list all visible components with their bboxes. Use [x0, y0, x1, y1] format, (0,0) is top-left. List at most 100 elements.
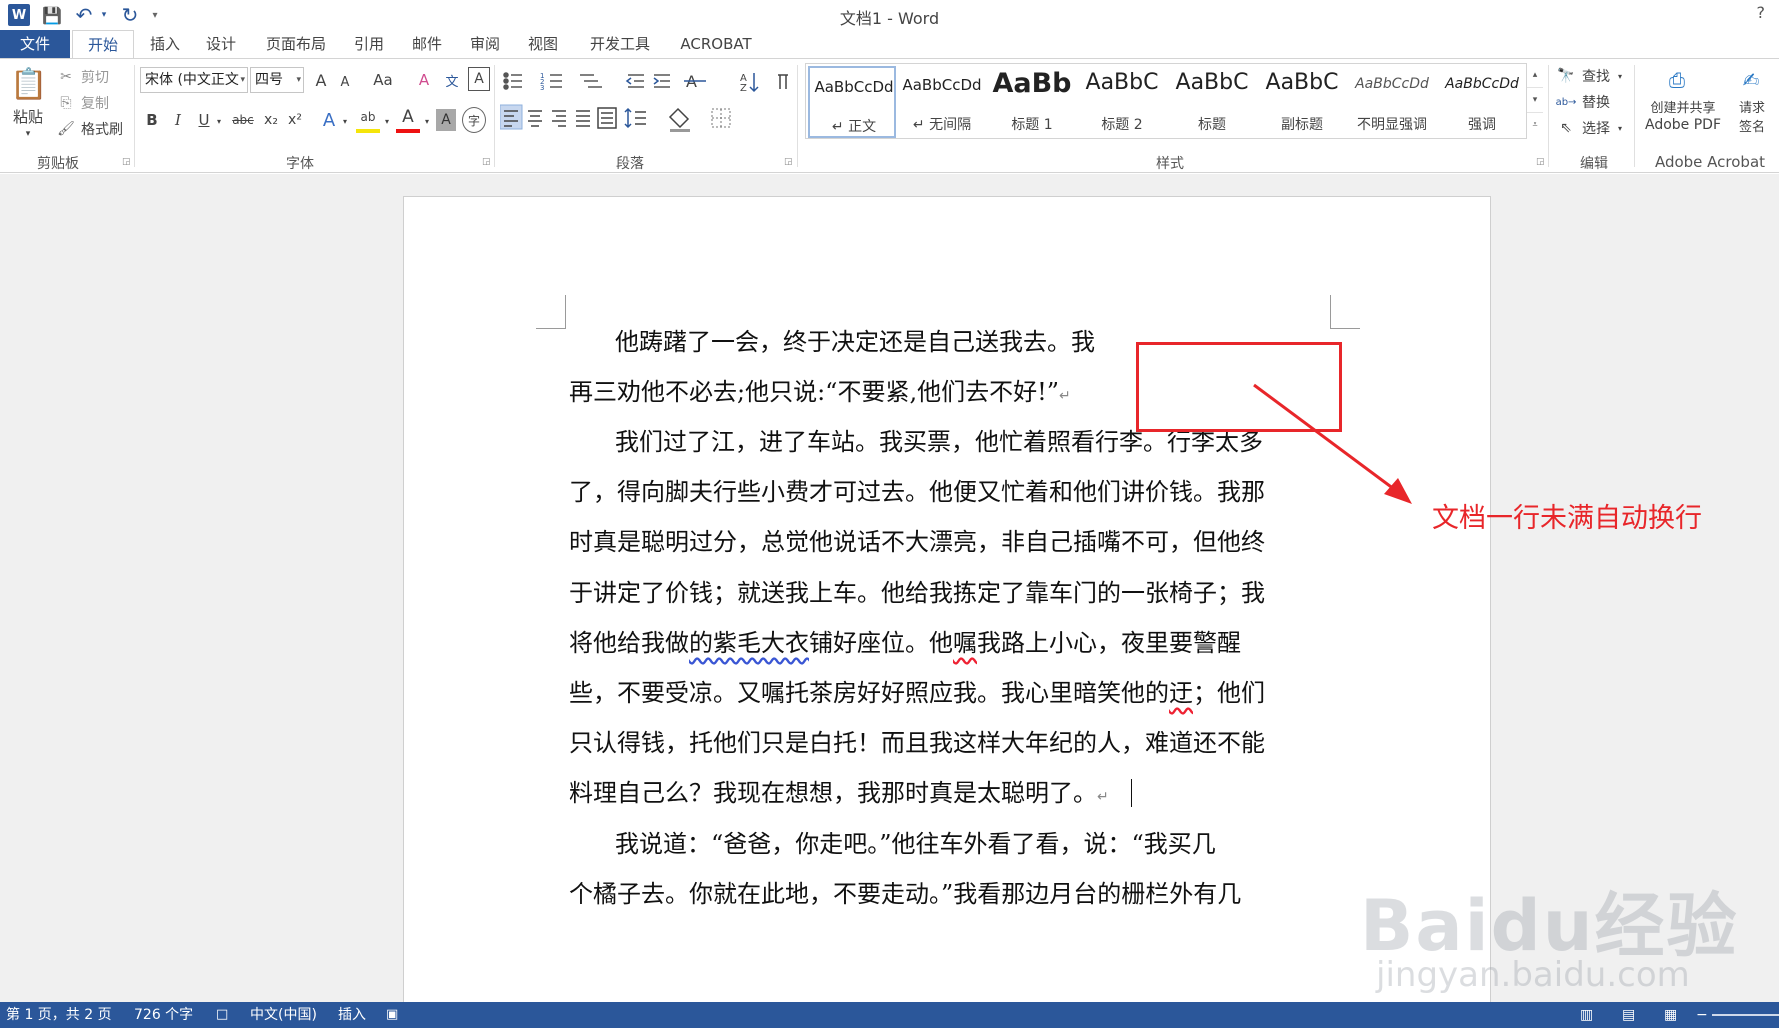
- paste-button[interactable]: 粘贴: [6, 105, 50, 127]
- zoom-slider[interactable]: [1712, 1014, 1779, 1016]
- word-count[interactable]: 726 个字: [134, 1002, 193, 1028]
- phonetic-guide-icon[interactable]: 文: [440, 67, 464, 93]
- shading-icon[interactable]: [668, 107, 690, 132]
- tab-acrobat[interactable]: ACROBAT: [672, 30, 760, 58]
- tab-file[interactable]: 文件: [0, 30, 70, 58]
- document-line[interactable]: 于讲定了价钱；就送我上车。他给我拣定了靠车门的一张椅子；我: [569, 573, 1265, 613]
- tab-mailings[interactable]: 邮件: [404, 30, 450, 58]
- document-line[interactable]: 时真是聪明过分，总觉他说话不大漂亮，非自己插嘴不可，但他终: [569, 522, 1265, 562]
- document-line[interactable]: 我说道：“爸爸，你走吧。”他往车外看了看，说：“我买几: [615, 824, 1216, 864]
- tab-insert[interactable]: 插入: [142, 30, 188, 58]
- select-dropdown-icon[interactable]: ▾: [1614, 119, 1626, 137]
- copy-button[interactable]: 复制: [78, 93, 112, 113]
- multilevel-list-icon[interactable]: [580, 74, 602, 88]
- clear-formatting-icon[interactable]: A: [412, 67, 436, 93]
- numbering-icon[interactable]: 123: [540, 72, 562, 92]
- cut-button[interactable]: 剪切: [78, 67, 112, 87]
- document-line[interactable]: 只认得钱，托他们只是白托！而且我这样大年纪的人，难道还不能: [569, 723, 1265, 763]
- format-painter-icon[interactable]: 🖌: [56, 119, 76, 139]
- select-cursor-icon[interactable]: ⇖: [1556, 117, 1576, 139]
- style-heading-1[interactable]: AaBb 标题 1: [988, 66, 1076, 138]
- gallery-up-icon[interactable]: ▴: [1527, 63, 1543, 88]
- style-emphasis[interactable]: AaBbCcDd 强调: [1438, 66, 1526, 138]
- underline-icon[interactable]: U: [194, 107, 214, 133]
- styles-launcher-icon[interactable]: ◲: [1536, 157, 1545, 167]
- shrink-font-icon[interactable]: A: [334, 69, 356, 95]
- replace-icon[interactable]: ab→: [1556, 91, 1577, 113]
- help-button[interactable]: ?: [1757, 3, 1766, 22]
- text-effects-icon[interactable]: A: [318, 107, 340, 133]
- copy-icon[interactable]: ⎘: [56, 93, 76, 113]
- align-left-icon[interactable]: [500, 104, 523, 130]
- document-line[interactable]: 他踌躇了一会，终于决定还是自己送我去。我: [615, 322, 1095, 362]
- borders-icon[interactable]: [711, 108, 731, 128]
- paste-icon[interactable]: 📋: [8, 63, 50, 105]
- align-center-icon[interactable]: [528, 110, 542, 127]
- line-spacing-icon[interactable]: [624, 107, 646, 129]
- paste-dropdown-icon[interactable]: ▾: [20, 127, 36, 141]
- font-family-combo[interactable]: 宋体 (中文正文 ▾: [140, 67, 248, 93]
- tab-review[interactable]: 审阅: [462, 30, 508, 58]
- cut-icon[interactable]: ✂: [56, 67, 76, 87]
- create-pdf-line2[interactable]: Adobe PDF: [1640, 115, 1726, 135]
- find-button[interactable]: 查找: [1578, 65, 1614, 87]
- character-border-icon[interactable]: A: [468, 67, 490, 91]
- change-case-icon[interactable]: Aa: [366, 67, 400, 93]
- subscript-icon[interactable]: x₂: [260, 107, 282, 133]
- create-pdf-line1[interactable]: 创建并共享: [1640, 97, 1726, 116]
- document-line[interactable]: 个橘子去。你就在此地，不要走动。”我看那边月台的栅栏外有几: [569, 874, 1241, 914]
- sort-icon[interactable]: AZ: [740, 73, 759, 94]
- tab-design[interactable]: 设计: [198, 30, 244, 58]
- font-color-icon[interactable]: A: [396, 105, 420, 133]
- page-count[interactable]: 第 1 页，共 2 页: [6, 1002, 112, 1028]
- clipboard-launcher-icon[interactable]: ◲: [122, 157, 131, 167]
- select-button[interactable]: 选择: [1578, 117, 1614, 139]
- document-line[interactable]: 将他给我做的紫毛大衣铺好座位。他嘱我路上小心，夜里要警醒: [569, 623, 1241, 663]
- decrease-indent-icon[interactable]: [625, 74, 644, 88]
- insert-mode[interactable]: 插入: [338, 1002, 366, 1028]
- style-subtitle[interactable]: AaBbC 副标题: [1258, 66, 1346, 138]
- style-heading-2[interactable]: AaBbC 标题 2: [1078, 66, 1166, 138]
- strikethrough-icon[interactable]: abc: [228, 107, 258, 133]
- show-hide-marks-icon[interactable]: [778, 74, 788, 89]
- font-launcher-icon[interactable]: ◲: [482, 157, 491, 167]
- italic-icon[interactable]: I: [168, 107, 188, 133]
- increase-indent-icon[interactable]: [653, 74, 670, 88]
- format-painter-button[interactable]: 格式刷: [78, 119, 126, 139]
- document-page[interactable]: 他踌躇了一会，终于决定还是自己送我去。我再三劝他不必去;他只说:“不要紧,他们去…: [403, 196, 1491, 1016]
- style-title[interactable]: AaBbC 标题: [1168, 66, 1256, 138]
- request-signature-icon[interactable]: ✍: [1736, 65, 1766, 95]
- proofing-icon[interactable]: □: [216, 1002, 228, 1028]
- superscript-icon[interactable]: x²: [284, 107, 306, 133]
- character-shading-icon[interactable]: A: [436, 109, 456, 131]
- gallery-more-icon[interactable]: ⩡: [1527, 113, 1543, 138]
- justify-icon[interactable]: [576, 110, 590, 127]
- document-line[interactable]: 些，不要受凉。又嘱托茶房好好照应我。我心里暗笑他的迂；他们: [569, 673, 1265, 713]
- tab-page-layout[interactable]: 页面布局: [256, 30, 336, 58]
- tab-references[interactable]: 引用: [346, 30, 392, 58]
- replace-button[interactable]: 替换: [1578, 91, 1614, 113]
- paragraph-launcher-icon[interactable]: ◲: [784, 157, 793, 167]
- gallery-down-icon[interactable]: ▾: [1527, 88, 1543, 113]
- align-right-icon[interactable]: [552, 110, 566, 127]
- highlight-dropdown-icon[interactable]: ▾: [382, 111, 392, 131]
- bold-icon[interactable]: B: [142, 107, 162, 133]
- document-line[interactable]: 了，得向脚夫行些小费才可过去。他便又忙着和他们讲价钱。我那: [569, 472, 1265, 512]
- grow-font-icon[interactable]: A: [310, 67, 332, 93]
- document-line[interactable]: 再三劝他不必去;他只说:“不要紧,他们去不好!”↵: [569, 372, 1071, 412]
- font-size-combo[interactable]: 四号 ▾: [250, 67, 304, 93]
- print-layout-icon[interactable]: ▤: [1622, 1002, 1635, 1028]
- enclose-characters-icon[interactable]: 字: [462, 107, 486, 133]
- style-subtle-emphasis[interactable]: AaBbCcDd 不明显强调: [1348, 66, 1436, 138]
- asian-layout-icon[interactable]: A: [684, 72, 706, 91]
- zoom-out-icon[interactable]: −: [1696, 1002, 1708, 1028]
- find-icon[interactable]: 🔭: [1556, 65, 1576, 87]
- web-layout-icon[interactable]: ▦: [1664, 1002, 1677, 1028]
- find-dropdown-icon[interactable]: ▾: [1614, 67, 1626, 85]
- create-pdf-icon[interactable]: ⎙: [1662, 65, 1692, 95]
- font-color-dropdown-icon[interactable]: ▾: [422, 111, 432, 131]
- style-normal[interactable]: AaBbCcDd ↵ 正文: [808, 66, 896, 138]
- document-line[interactable]: 料理自己么？我现在想想，我那时真是太聪明了。↵: [569, 773, 1109, 813]
- request-signature-line1[interactable]: 请求: [1734, 97, 1770, 116]
- tab-view[interactable]: 视图: [520, 30, 566, 58]
